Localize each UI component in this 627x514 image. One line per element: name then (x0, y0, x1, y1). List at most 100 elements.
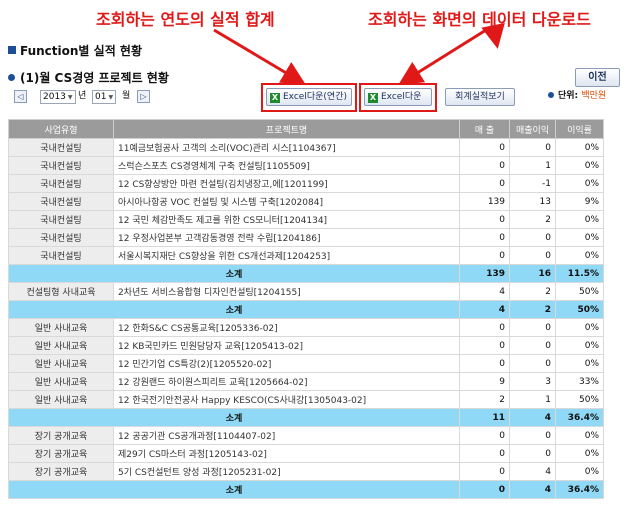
cell-sales: 0 (459, 228, 510, 247)
cell-sales: 139 (459, 192, 510, 211)
subtotal-label: 소계 (8, 300, 460, 319)
year-select[interactable]: 2013 ▼ (40, 90, 76, 104)
cell-profit: 3 (509, 372, 556, 391)
cell-profit: 0 (509, 318, 556, 337)
next-month-arrow-icon[interactable]: ▷ (137, 90, 150, 103)
table-header-row: 사업유형 프로젝트명 매 출 매출이익 이익률 (8, 119, 604, 139)
annotation-year-total: 조회하는 연도의 실적 합계 (96, 10, 275, 29)
cell-type: 국내컨설팅 (8, 156, 114, 175)
cell-profit: 2 (509, 300, 556, 319)
arrow-right-2 (481, 22, 505, 49)
unit-indicator: 단위: 백만원 (548, 90, 606, 103)
cell-type: 일반 사내교육 (8, 336, 114, 355)
cell-project-name: 제29기 CS마스터 과정[1205143-02] (113, 444, 460, 463)
cell-project-name: 12 우정사업본부 고객감동경영 전략 수립[1204186] (113, 228, 460, 247)
chevron-down-icon: ▼ (67, 94, 73, 101)
excel-download-button[interactable]: X Excel다운 (364, 88, 432, 106)
cell-sales: 0 (459, 210, 510, 229)
cell-sales: 0 (459, 138, 510, 157)
table-row: 장기 공개교육 제29기 CS마스터 과정[1205143-02] 0 0 0% (8, 444, 604, 463)
cell-type: 국내컨설팅 (8, 246, 114, 265)
cell-type: 국내컨설팅 (8, 138, 114, 157)
cell-rate: 0% (555, 156, 604, 175)
cell-rate: 0% (555, 426, 604, 445)
cell-rate: 0% (555, 336, 604, 355)
month-unit-label: 월 (122, 91, 131, 101)
cell-rate: 0% (555, 228, 604, 247)
subtotal-row: 소계 11 4 36.4% (8, 408, 604, 427)
sub-title: (1)월 CS경영 프로젝트 현황 (8, 69, 169, 86)
cell-project-name: 스럭슨스포츠 CS경영체계 구축 컨설팅[1105509] (113, 156, 460, 175)
cell-project-name: 12 한국전기안전공사 Happy KESCO(CS사내강[1305043-02… (113, 390, 460, 409)
cell-profit: -1 (509, 174, 556, 193)
cell-profit: 13 (509, 192, 556, 211)
cell-project-name: 12 국민 체감만족도 제고를 위한 CS모니터[1204134] (113, 210, 460, 229)
annotation-download: 조회하는 화면의 데이터 다운로드 (368, 10, 591, 29)
cell-profit: 0 (509, 426, 556, 445)
cell-profit: 0 (509, 228, 556, 247)
cell-profit: 0 (509, 444, 556, 463)
col-header-profit: 매출이익 (509, 119, 556, 139)
cell-rate: 9% (555, 192, 604, 211)
cell-project-name: 아시아나항공 VOC 컨설팅 및 시스템 구축[1202084] (113, 192, 460, 211)
cell-rate: 50% (555, 300, 604, 319)
cell-type: 장기 공개교육 (8, 426, 114, 445)
month-select[interactable]: 01 ▼ (92, 90, 117, 104)
cell-sales: 11 (459, 408, 510, 427)
col-header-type: 사업유형 (8, 119, 114, 139)
year-unit-label: 년 (78, 91, 87, 101)
cell-project-name: 12 민간기업 CS특강(2)[1205520-02] (113, 354, 460, 373)
excel-download-year-button[interactable]: X Excel다운(연간) (266, 88, 352, 106)
cell-rate: 0% (555, 174, 604, 193)
subtotal-label: 소계 (8, 480, 460, 499)
cell-sales: 4 (459, 300, 510, 319)
cell-rate: 0% (555, 462, 604, 481)
subtotal-row: 소계 139 16 11.5% (8, 264, 604, 283)
table-row: 일반 사내교육 12 강원랜드 하이원스피리트 교육[1205664-02] 9 3 3… (8, 372, 604, 391)
cell-rate: 0% (555, 246, 604, 265)
circle-bullet-icon (548, 92, 554, 98)
cell-profit: 4 (509, 480, 556, 499)
cell-rate: 0% (555, 318, 604, 337)
table-row: 국내컨설팅 스럭슨스포츠 CS경영체계 구축 컨설팅[1105509] 0 1 0% (8, 156, 604, 175)
cell-type: 일반 사내교육 (8, 354, 114, 373)
subtotal-label: 소계 (8, 408, 460, 427)
cell-sales: 0 (459, 336, 510, 355)
chevron-down-icon: ▼ (108, 94, 114, 101)
cell-sales: 0 (459, 354, 510, 373)
square-bullet-icon (8, 46, 16, 54)
cell-sales: 0 (459, 444, 510, 463)
cell-sales: 4 (459, 282, 510, 301)
cell-rate: 50% (555, 390, 604, 409)
table-row: 컨설팅형 사내교육 2차년도 서비스융합형 디자인컨설팅[1204155] 4 2 50… (8, 282, 604, 301)
cell-type: 일반 사내교육 (8, 390, 114, 409)
table-row: 국내컨설팅 서울시복지재단 CS향상을 위한 CS개선과제[1204253] 0 0 0… (8, 246, 604, 265)
table-row: 국내컨설팅 아시아나항공 VOC 컨설팅 및 시스템 구축[1202084] 139… (8, 192, 604, 211)
excel-icon: X (368, 93, 378, 103)
cell-profit: 0 (509, 354, 556, 373)
cell-type: 장기 공개교육 (8, 462, 114, 481)
cell-sales: 2 (459, 390, 510, 409)
cell-project-name: 12 한화S&C CS공통교육[1205336-02] (113, 318, 460, 337)
cell-profit: 16 (509, 264, 556, 283)
cell-rate: 0% (555, 354, 604, 373)
accounting-report-button[interactable]: 회계실적보기 (445, 88, 515, 106)
cell-rate: 0% (555, 444, 604, 463)
project-table: 사업유형 프로젝트명 매 출 매출이익 이익률 국내컨설팅 11예금보험공사 고객… (8, 119, 604, 499)
cell-rate: 33% (555, 372, 604, 391)
table-row: 일반 사내교육 12 한국전기안전공사 Happy KESCO(CS사내강[130… (8, 390, 604, 409)
cell-profit: 0 (509, 246, 556, 265)
cell-type: 국내컨설팅 (8, 192, 114, 211)
prev-button[interactable]: 이전 (575, 68, 620, 87)
cell-project-name: 12 강원랜드 하이원스피리트 교육[1205664-02] (113, 372, 460, 391)
table-row: 일반 사내교육 12 민간기업 CS특강(2)[1205520-02] 0 0 0% (8, 354, 604, 373)
cell-profit: 2 (509, 282, 556, 301)
arrow-right-1 (398, 28, 487, 85)
cell-project-name: 12 KB국민카드 민원담당자 교육[1205413-02] (113, 336, 460, 355)
prev-month-arrow-icon[interactable]: ◁ (14, 90, 27, 103)
subtotal-label: 소계 (8, 264, 460, 283)
cell-profit: 1 (509, 156, 556, 175)
arrow-left (213, 28, 306, 85)
cell-sales: 0 (459, 462, 510, 481)
cell-type: 일반 사내교육 (8, 318, 114, 337)
